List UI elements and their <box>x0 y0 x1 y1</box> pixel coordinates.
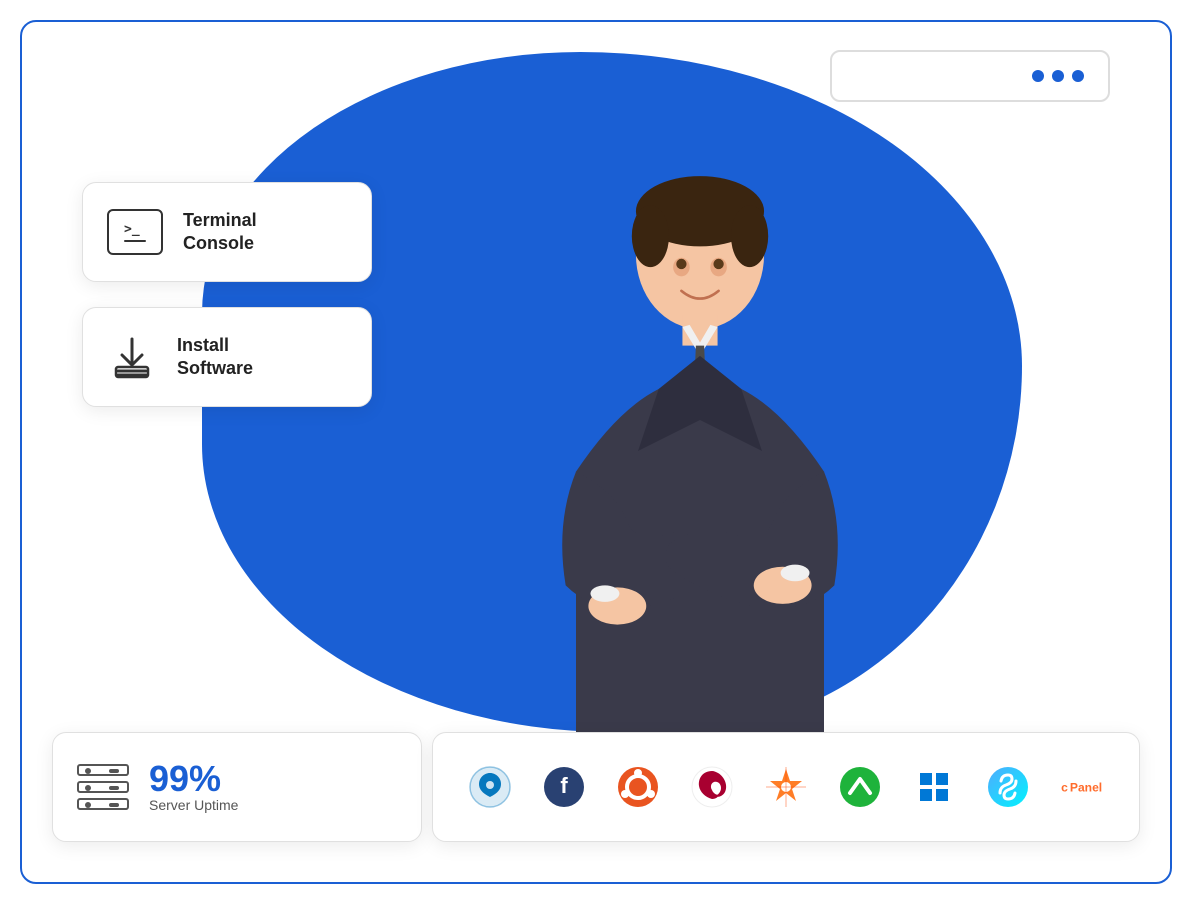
server-uptime-card: 99% Server Uptime <box>52 732 422 842</box>
person-figure <box>440 172 960 792</box>
browser-dot-2 <box>1052 70 1064 82</box>
logo-softaculous <box>981 760 1035 814</box>
main-frame: >_ Terminal Console Install Software <box>20 20 1172 884</box>
uptime-label: Server Uptime <box>149 797 238 813</box>
install-card-label: Install Software <box>177 334 253 381</box>
svg-text:c: c <box>1061 780 1068 794</box>
logo-caret <box>833 760 887 814</box>
server-rack-1 <box>77 764 129 776</box>
svg-text:f: f <box>560 773 568 798</box>
software-logos-card: f <box>432 732 1140 842</box>
server-rack-3 <box>77 798 129 810</box>
logo-processwire <box>759 760 813 814</box>
logo-drupal <box>463 760 517 814</box>
install-icon <box>107 332 157 382</box>
terminal-icon: >_ <box>107 209 163 255</box>
install-software-card[interactable]: Install Software <box>82 307 372 407</box>
terminal-console-card[interactable]: >_ Terminal Console <box>82 182 372 282</box>
browser-dot-1 <box>1032 70 1044 82</box>
logo-windows <box>907 760 961 814</box>
browser-dot-3 <box>1072 70 1084 82</box>
logo-fedora: f <box>537 760 591 814</box>
server-icon <box>77 764 129 810</box>
browser-bar <box>830 50 1110 102</box>
logo-ubuntu <box>611 760 665 814</box>
logo-debian <box>685 760 739 814</box>
server-rack-2 <box>77 781 129 793</box>
svg-text:Panel: Panel <box>1070 780 1102 794</box>
uptime-percentage: 99% <box>149 761 238 797</box>
logo-cpanel: c Panel <box>1055 760 1109 814</box>
stats-text: 99% Server Uptime <box>149 761 238 813</box>
terminal-card-label: Terminal Console <box>183 209 257 256</box>
